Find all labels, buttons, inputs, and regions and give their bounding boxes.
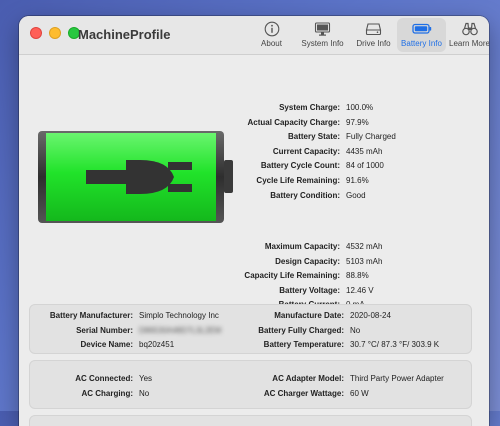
tab-battery-info-label: Battery Info	[401, 39, 442, 48]
battery-voltage-label: Battery Voltage:	[279, 285, 340, 295]
actual-capacity-charge-value: 97.9%	[346, 117, 369, 127]
close-window-button[interactable]	[30, 27, 42, 39]
tab-drive-info-label: Drive Info	[356, 39, 391, 48]
info-row: Current Capacity: 4435 mAh	[213, 145, 396, 160]
battery-condition-label: Battery Condition:	[270, 190, 340, 200]
ac-connected-value: Yes	[139, 374, 153, 383]
tab-about-label: About	[261, 39, 282, 48]
info-row: System Charge: 100.0%	[213, 101, 396, 116]
info-row: Serial Number: D86530A48D7L3L2EM	[30, 324, 221, 339]
manufacturer-label: Battery Manufacturer:	[49, 311, 133, 320]
design-capacity-value: 5103 mAh	[346, 256, 383, 266]
system-charge-value: 100.0%	[346, 103, 374, 112]
cycle-count-label: Battery Cycle Count:	[260, 161, 340, 171]
ac-adapter-model-value: Third Party Power Adapter	[350, 374, 444, 383]
tab-battery-info[interactable]: Battery Info	[397, 18, 446, 52]
minimize-window-button[interactable]	[49, 27, 61, 39]
manufacture-date-value: 2020-08-24	[350, 311, 391, 320]
info-row: Battery Voltage: 12.46 V	[213, 284, 382, 299]
fully-charged-value: No	[350, 325, 361, 335]
info-row: Actual Capacity Charge: 97.9%	[213, 116, 396, 131]
tab-system-info[interactable]: System Info	[295, 18, 350, 52]
ac-connected-label: AC Connected:	[75, 374, 133, 383]
battery-voltage-value: 12.46 V	[346, 285, 374, 295]
battery-state-label: Battery State:	[287, 132, 340, 142]
tab-learn-more-label: Learn More	[449, 39, 489, 48]
ac-charging-label: AC Charging:	[81, 388, 133, 398]
titlebar: MachineProfile About System Info Drive I…	[19, 16, 489, 55]
tab-about[interactable]: About	[249, 18, 294, 52]
info-icon	[264, 21, 279, 37]
battery-status-list: System Charge: 100.0% Actual Capacity Cha…	[213, 101, 396, 203]
toolbar: About System Info Drive Info Battery Inf…	[249, 18, 489, 52]
monitor-icon	[314, 22, 331, 36]
window-controls	[30, 27, 80, 39]
serial-number-value: D86530A48D7L3L2EM	[139, 325, 222, 335]
drive-icon	[365, 23, 382, 36]
battery-details-right: Manufacture Date: 2020-08-24 Battery Full…	[219, 309, 439, 353]
design-capacity-label: Design Capacity:	[275, 256, 340, 266]
system-charge-label: System Charge:	[279, 103, 340, 112]
ac-charging-value: No	[139, 388, 150, 398]
info-row: Cycle Life Remaining: 91.6%	[213, 174, 396, 189]
device-name-value: bq20z451	[139, 340, 175, 349]
ac-adapter-model-label: AC Adapter Model:	[272, 374, 344, 383]
info-row: Manufacture Date: 2020-08-24	[219, 309, 439, 324]
info-row: Battery Manufacturer: Simplo Technology I…	[30, 309, 221, 324]
battery-temperature-value: 30.7 °C/ 87.3 °F/ 303.9 K	[350, 340, 440, 349]
battery-graphic	[38, 131, 233, 223]
info-row: Battery Temperature: 30.7 °C/ 87.3 °F/ 30…	[219, 338, 439, 353]
actual-capacity-charge-label: Actual Capacity Charge:	[247, 117, 340, 127]
cycle-life-remaining-value: 91.6%	[346, 175, 369, 185]
binoculars-icon	[461, 22, 478, 36]
ac-charger-wattage-value: 60 W	[350, 388, 369, 398]
capacity-life-remaining-value: 88.8%	[346, 271, 369, 281]
maximum-capacity-value: 4532 mAh	[346, 242, 383, 251]
info-row: Battery Condition: Good	[213, 189, 396, 204]
app-window: MachineProfile About System Info Drive I…	[19, 16, 489, 426]
app-title: MachineProfile	[78, 27, 171, 42]
battery-details-panel: Battery Manufacturer: Simplo Technology I…	[29, 304, 472, 354]
info-row: Maximum Capacity: 4532 mAh	[213, 240, 383, 255]
ac-power-right: AC Adapter Model: Third Party Power Adapt…	[219, 372, 444, 401]
info-row: Device Name: bq20z451	[30, 338, 221, 353]
info-row: Battery State: Fully Charged	[213, 130, 396, 145]
info-row: AC Charger Wattage: 60 W	[219, 387, 444, 402]
info-row: AC Adapter Model: Third Party Power Adapt…	[219, 372, 444, 387]
tab-drive-info[interactable]: Drive Info	[351, 18, 396, 52]
maximum-capacity-label: Maximum Capacity:	[264, 242, 340, 251]
current-capacity-label: Current Capacity:	[272, 146, 340, 156]
cycle-count-value: 84 of 1000	[346, 161, 384, 171]
info-row: AC Charging: No	[30, 387, 152, 402]
capacity-life-remaining-label: Capacity Life Remaining:	[244, 271, 340, 281]
additional-info-panel	[29, 415, 472, 426]
device-name-label: Device Name:	[80, 340, 133, 349]
tab-learn-more[interactable]: Learn More	[447, 18, 489, 52]
ac-power-panel: AC Connected: Yes AC Charging: No AC Adapt…	[29, 360, 472, 409]
manufacture-date-label: Manufacture Date:	[274, 311, 344, 320]
battery-capacity-list: Maximum Capacity: 4532 mAh Design Capacit…	[213, 240, 382, 313]
battery-condition-value: Good	[346, 190, 366, 200]
cycle-life-remaining-label: Cycle Life Remaining:	[256, 175, 340, 185]
current-capacity-value: 4435 mAh	[346, 146, 383, 156]
ac-power-left: AC Connected: Yes AC Charging: No	[30, 372, 152, 401]
battery-icon	[411, 23, 431, 34]
ac-charger-wattage-label: AC Charger Wattage:	[263, 388, 344, 398]
battery-info-view: System Charge: 100.0% Actual Capacity Cha…	[19, 55, 489, 426]
info-row: Battery Fully Charged: No	[219, 324, 439, 339]
info-row: Design Capacity: 5103 mAh	[213, 255, 382, 270]
info-row: Battery Cycle Count: 84 of 1000	[213, 159, 396, 174]
tab-system-info-label: System Info	[301, 39, 344, 48]
battery-state-value: Fully Charged	[346, 132, 396, 142]
manufacturer-value: Simplo Technology Inc	[139, 311, 219, 320]
fully-charged-label: Battery Fully Charged:	[258, 325, 344, 335]
serial-number-label: Serial Number:	[76, 325, 133, 335]
battery-temperature-label: Battery Temperature:	[263, 340, 344, 349]
info-row: Capacity Life Remaining: 88.8%	[213, 269, 382, 284]
battery-details-left: Battery Manufacturer: Simplo Technology I…	[30, 309, 221, 353]
info-row: AC Connected: Yes	[30, 372, 152, 387]
